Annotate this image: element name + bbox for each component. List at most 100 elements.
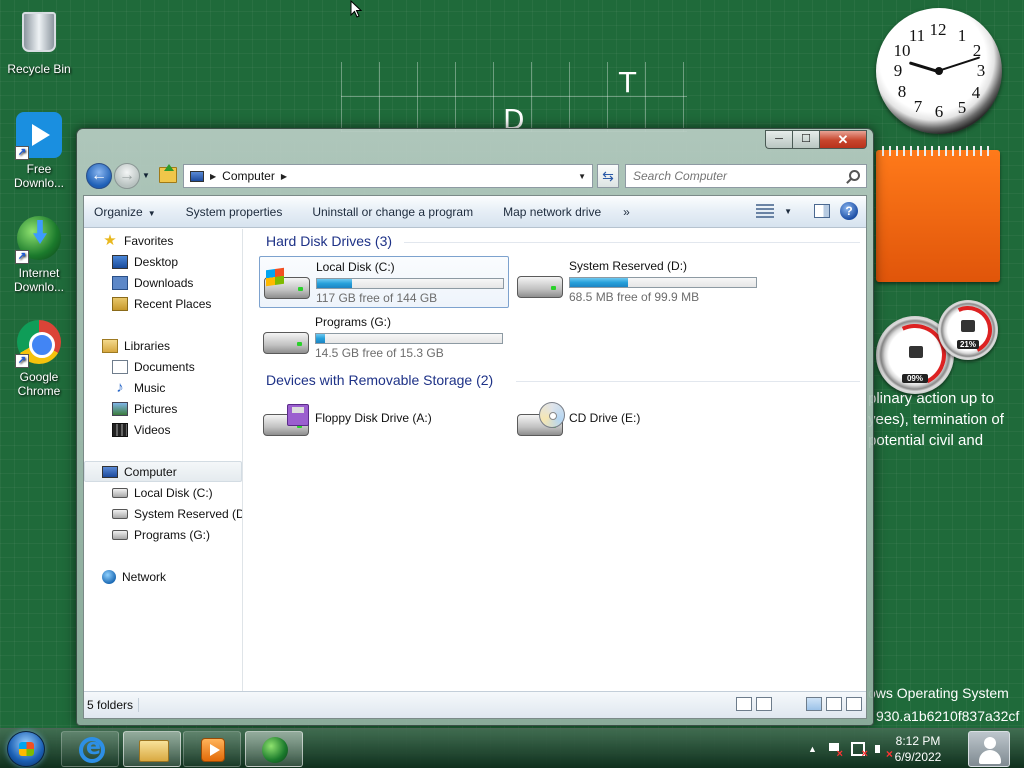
uninstall-program-button[interactable]: Uninstall or change a program [312,205,473,219]
organize-button[interactable]: Organize ▼ [94,205,156,219]
nav-item-desktop[interactable]: Desktop [84,251,242,272]
nav-item-pictures[interactable]: Pictures [84,398,242,419]
clock-numeral: 5 [957,98,967,117]
nav-item-label: Documents [134,359,195,374]
nav-item-downloads[interactable]: Downloads [84,272,242,293]
tiles-view-icon[interactable] [806,697,822,711]
help-icon[interactable]: ? [840,202,858,220]
breadcrumb-arrow-icon[interactable]: ▶ [210,172,216,181]
nav-item-system-reserved-d[interactable]: System Reserved (D: [84,503,242,524]
group-header-removable-storage[interactable]: Devices with Removable Storage (2) [266,372,493,388]
hard-drive-icon [263,322,309,356]
close-button[interactable]: ✕ [819,130,867,149]
notification-area: ▲ [800,729,893,768]
preview-pane-toggle-icon[interactable] [826,697,842,711]
address-history-dropdown-icon[interactable]: ▼ [578,172,586,181]
taskbar-clock[interactable]: 8:12 PM 6/9/2022 [883,733,953,765]
more-commands-button[interactable]: » [623,205,630,219]
view-options-dropdown-icon[interactable]: ▼ [784,207,792,216]
map-network-drive-button[interactable]: Map network drive [503,205,601,219]
nav-item-label: Desktop [134,254,179,269]
drive-tile-g[interactable]: Programs (G:) 14.5 GB free of 15.3 GB [259,312,509,364]
nav-item-local-disk-c[interactable]: Local Disk (C:) [84,482,242,503]
drive-icon [112,487,128,498]
show-desktop-user-icon[interactable] [968,731,1010,767]
content-pane: Hard Disk Drives (3) Local Disk (C:) 117… [244,229,866,691]
nav-item-favorites[interactable]: ★ Favorites [84,230,242,251]
nav-item-documents[interactable]: Documents [84,356,242,377]
memory-meter-gadget[interactable]: 21% [937,299,999,361]
network-icon [102,569,116,584]
nav-item-label: Recent Places [134,296,212,311]
nav-item-computer[interactable]: Computer [84,461,242,482]
memory-meter-value: 21% [957,340,979,349]
group-header-hard-disk-drives[interactable]: Hard Disk Drives (3) [266,233,392,249]
desktop-icon-recycle-bin[interactable]: Recycle Bin [1,6,77,76]
nav-item-videos[interactable]: Videos [84,419,242,440]
nav-item-music[interactable]: ♪ Music [84,377,242,398]
computer-icon [190,170,204,182]
search-box[interactable] [625,164,867,188]
star-icon: ★ [103,231,117,249]
drive-tile-cd-e[interactable]: CD Drive (E:) [513,394,763,446]
details-pane-toggle-icon[interactable] [846,697,862,711]
clock-time: 8:12 PM [895,734,941,748]
breadcrumb-computer[interactable]: Computer [222,169,275,183]
show-hidden-icons-button[interactable]: ▲ [808,744,817,754]
desktop-icon-free-download-manager[interactable]: ↗ Free Downlo... [1,112,77,190]
floppy-drive-icon [263,404,309,438]
drive-usage-bar [316,278,504,289]
start-button[interactable] [7,731,45,767]
chrome-icon: ↗ [15,320,63,368]
wallpaper-letter-t: T [619,66,637,99]
taskbar-internet-download-manager[interactable] [245,731,303,767]
minimize-button[interactable]: ─ [765,130,792,149]
search-input[interactable] [626,165,836,187]
clock-gadget[interactable]: 12 1 2 3 4 5 6 7 8 9 10 11 [876,8,1002,134]
change-view-icon[interactable] [756,204,775,218]
desktop-icon-internet-download-manager[interactable]: ↗ Internet Downlo... [1,216,77,294]
internet-download-manager-icon [262,737,288,763]
wallpaper-text-line: potential civil and [868,432,984,449]
group-divider [404,242,860,243]
drive-free-space: 68.5 MB free of 99.9 MB [569,290,700,304]
organize-label: Organize [94,204,143,219]
drive-tile-c[interactable]: Local Disk (C:) 117 GB free of 144 GB [259,256,509,308]
large-icons-view-icon[interactable] [756,697,772,711]
status-item-count: 5 folders [87,698,140,712]
taskbar-windows-explorer[interactable] [123,731,181,767]
preview-pane-icon[interactable] [814,204,830,218]
clock-numeral: 3 [976,61,986,80]
back-button[interactable]: ← [86,163,112,189]
nav-item-network[interactable]: Network [84,566,242,587]
details-view-icon[interactable] [736,697,752,711]
nav-item-recent-places[interactable]: Recent Places [84,293,242,314]
nav-item-label: Favorites [124,233,174,248]
forward-button[interactable]: → [114,163,140,189]
network-disconnected-icon[interactable] [850,742,868,760]
drive-tile-d[interactable]: System Reserved (D:) 68.5 MB free of 99.… [513,256,763,308]
drive-usage-fill [570,278,628,287]
group-divider [516,381,860,382]
drive-tile-floppy-a[interactable]: Floppy Disk Drive (A:) [259,394,509,446]
address-bar[interactable]: ▶ Computer ▶ ▼ [183,164,593,188]
notes-gadget[interactable] [876,146,1000,282]
breadcrumb-arrow-icon[interactable]: ▶ [281,172,287,181]
nav-item-label: Network [122,569,167,584]
action-center-flag-icon[interactable] [827,742,843,760]
system-properties-button[interactable]: System properties [186,205,283,219]
nav-item-label: Local Disk (C:) [134,485,213,500]
wallpaper-text-line: yees), termination of [868,411,1004,428]
drive-icon [112,508,128,519]
refresh-button[interactable]: ⇆ [597,164,619,188]
up-folder-icon[interactable] [159,164,177,183]
nav-item-libraries[interactable]: Libraries [84,335,242,356]
search-icon[interactable] [849,170,860,181]
maximize-button[interactable]: ☐ [792,130,819,149]
recent-pages-dropdown-icon[interactable]: ▼ [142,171,150,180]
taskbar-media-player[interactable] [183,731,241,767]
taskbar-internet-explorer[interactable] [61,731,119,767]
nav-item-programs-g[interactable]: Programs (G:) [84,524,242,545]
clock-numeral: 11 [908,26,926,45]
desktop-icon-google-chrome[interactable]: ↗ Google Chrome [1,320,77,398]
